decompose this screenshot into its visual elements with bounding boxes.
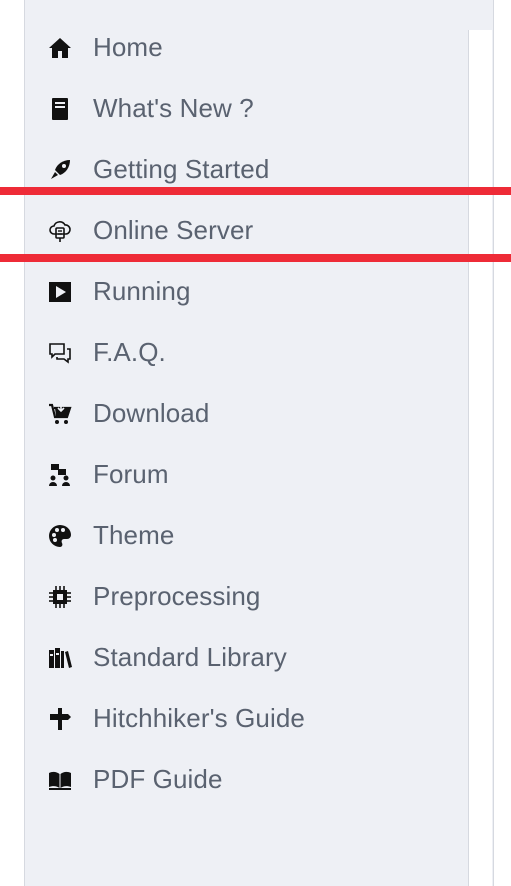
sidebar-item-pdf-guide[interactable]: PDF Guide <box>47 749 305 810</box>
sidebar-item-download[interactable]: Download <box>47 383 305 444</box>
open-book-icon <box>47 767 73 793</box>
cart-icon <box>47 401 73 427</box>
sidebar-item-hitchhikers-guide[interactable]: Hitchhiker's Guide <box>47 688 305 749</box>
book-icon <box>47 96 73 122</box>
sidebar-item-label: Home <box>93 32 163 62</box>
sidebar-nav: Home What's New ? Getting Started Online… <box>47 17 305 810</box>
sidebar-item-label: Running <box>93 276 191 306</box>
users-discussion-icon <box>47 462 73 488</box>
sidebar-item-label: Preprocessing <box>93 581 261 611</box>
highlight-line-top <box>0 187 511 195</box>
sidebar-item-label: Online Server <box>93 215 254 245</box>
sidebar-item-faq[interactable]: F.A.Q. <box>47 322 305 383</box>
sidebar-item-label: Download <box>93 398 210 428</box>
main-content-edge <box>468 30 492 886</box>
sidebar-item-running[interactable]: Running <box>47 261 305 322</box>
sidebar-item-online-server[interactable]: Online Server <box>47 200 305 261</box>
chip-icon <box>47 584 73 610</box>
sidebar-item-label: Standard Library <box>93 642 287 672</box>
sidebar-item-label: F.A.Q. <box>93 337 166 367</box>
sidebar-item-label: Hitchhiker's Guide <box>93 703 305 733</box>
rocket-icon <box>47 157 73 183</box>
sidebar-item-label: Forum <box>93 459 169 489</box>
sidebar-item-label: Getting Started <box>93 154 270 184</box>
sidebar-item-standard-library[interactable]: Standard Library <box>47 627 305 688</box>
highlight-line-bottom <box>0 254 511 262</box>
sidebar-item-whats-new[interactable]: What's New ? <box>47 78 305 139</box>
sidebar: Home What's New ? Getting Started Online… <box>24 0 494 886</box>
library-icon <box>47 645 73 671</box>
page: Home What's New ? Getting Started Online… <box>0 0 511 886</box>
home-icon <box>47 35 73 61</box>
chat-bubbles-icon <box>47 340 73 366</box>
sidebar-item-theme[interactable]: Theme <box>47 505 305 566</box>
sidebar-item-home[interactable]: Home <box>47 17 305 78</box>
sidebar-item-label: Theme <box>93 520 175 550</box>
signpost-icon <box>47 706 73 732</box>
sidebar-item-preprocessing[interactable]: Preprocessing <box>47 566 305 627</box>
sidebar-item-label: What's New ? <box>93 93 254 123</box>
sidebar-item-label: PDF Guide <box>93 764 223 794</box>
cloud-server-icon <box>47 218 73 244</box>
sidebar-item-forum[interactable]: Forum <box>47 444 305 505</box>
palette-icon <box>47 523 73 549</box>
play-icon <box>47 279 73 305</box>
